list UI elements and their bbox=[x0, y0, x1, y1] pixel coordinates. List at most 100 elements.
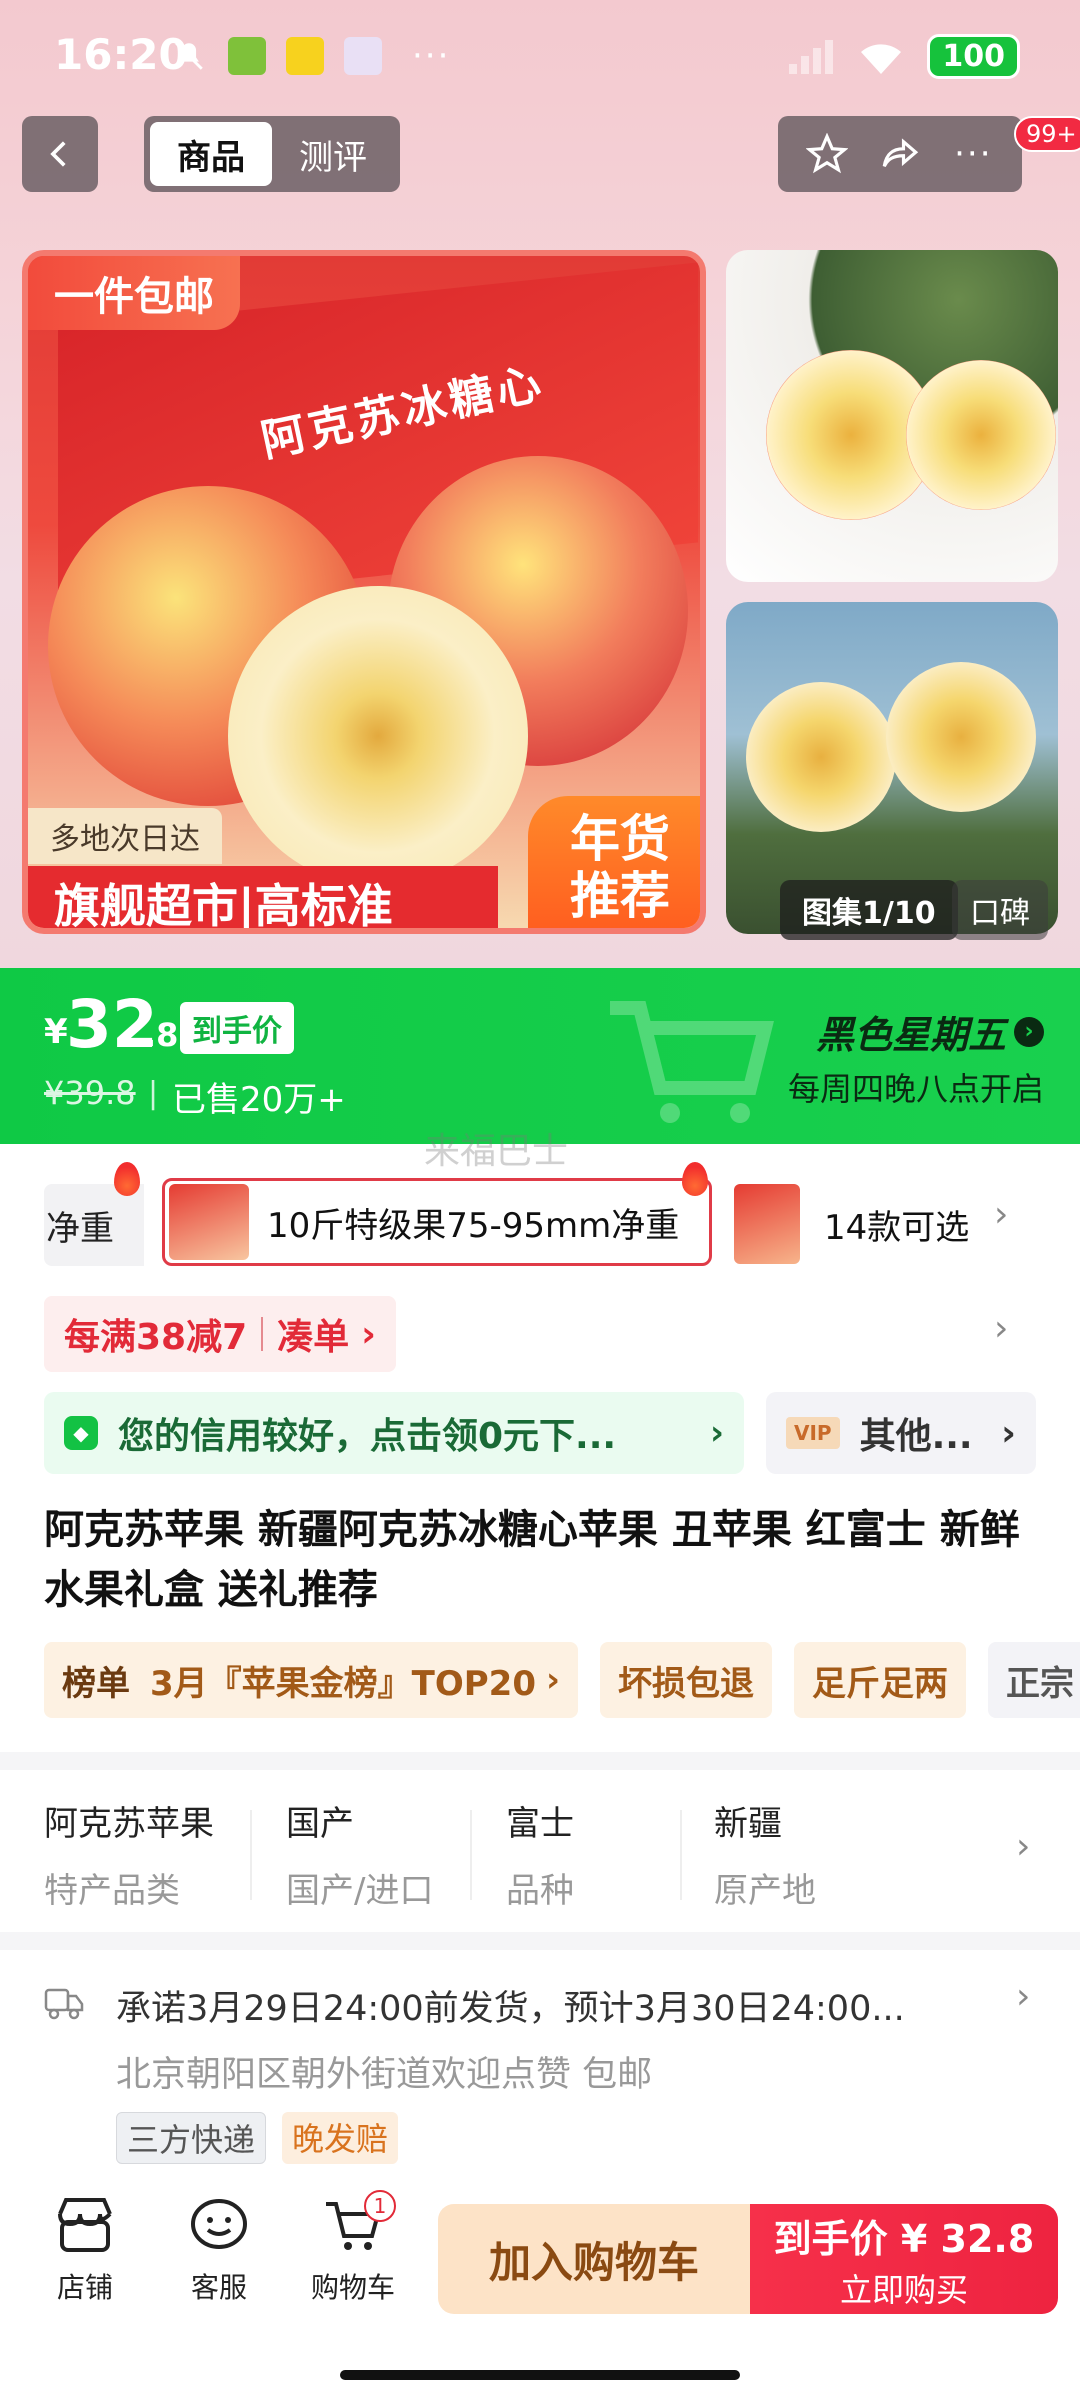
home-indicator[interactable] bbox=[340, 2370, 740, 2380]
ranking-text: 3月『苹果金榜』TOP20 bbox=[150, 1663, 536, 1704]
status-right-icons: 100 bbox=[787, 34, 1020, 79]
discount-coupon[interactable]: 每满38减7 凑单 › bbox=[44, 1296, 397, 1372]
tab-product[interactable]: 商品 bbox=[150, 122, 272, 186]
other-offers[interactable]: VIP 其他... › bbox=[766, 1392, 1036, 1474]
sku-option-selected[interactable]: 10斤特级果75-95mm净重 bbox=[162, 1178, 712, 1266]
section-divider bbox=[0, 1752, 1080, 1770]
service-label: 客服 bbox=[190, 2271, 247, 2304]
vip-icon: VIP bbox=[786, 1417, 840, 1449]
gallery-review-tab[interactable]: 口碑 bbox=[952, 880, 1048, 940]
star-icon bbox=[805, 133, 848, 174]
corner-banner-line1: 年货 bbox=[570, 809, 670, 868]
customer-service-button[interactable]: 客服 bbox=[164, 2192, 274, 2306]
add-on-link[interactable]: 凑单 bbox=[277, 1308, 349, 1360]
free-shipping-tag: 一件包邮 bbox=[28, 256, 240, 330]
bottom-action-bar: 店铺 客服 1 购物车 加入购物车 到手价 ¥ 32.8 立即购买 bbox=[0, 2180, 1080, 2340]
gallery-thumb-1[interactable] bbox=[726, 250, 1058, 582]
attr-chevron-right-icon: › bbox=[1016, 1826, 1031, 1867]
more-button[interactable]: ··· bbox=[948, 129, 998, 179]
section-divider bbox=[0, 1932, 1080, 1950]
shipping-info[interactable]: 承诺3月29日24:00前发货，预计3月30日24:00... › 北京朝阳区朝… bbox=[0, 1960, 1080, 2164]
hot-fire-icon bbox=[114, 1162, 140, 1196]
next-day-tag: 多地次日达 bbox=[28, 808, 222, 864]
signal-icon bbox=[789, 39, 834, 74]
ranking-label: 榜单 bbox=[62, 1663, 130, 1704]
chevron-right-icon: › bbox=[361, 1313, 377, 1355]
black-friday-link[interactable]: 黑色星期五 › bbox=[816, 1004, 1044, 1059]
watermark-text: 来福巴士 bbox=[424, 1131, 569, 1172]
buy-now-button[interactable]: 到手价 ¥ 32.8 立即购买 bbox=[750, 2204, 1058, 2314]
wifi-icon bbox=[861, 43, 902, 74]
store-button[interactable]: 店铺 bbox=[30, 2192, 140, 2306]
status-notification-icons: ··· bbox=[170, 36, 450, 76]
more-dots-icon: ··· bbox=[954, 134, 993, 174]
main-product-image[interactable]: 阿克苏冰糖心 一件包邮 多地次日达 旗舰超市|高标准 年货 推荐 bbox=[22, 250, 706, 934]
attr-value: 国产 bbox=[286, 1804, 354, 1844]
gallery-count-button[interactable]: 图集1/10 bbox=[780, 880, 958, 940]
attr-key: 特产品类 bbox=[44, 1871, 180, 1911]
tab-review[interactable]: 测评 bbox=[272, 122, 394, 186]
shopping-bag-icon: ◆ bbox=[64, 1416, 98, 1450]
attr-key: 国产/进口 bbox=[286, 1871, 434, 1911]
product-tags: 榜单 3月『苹果金榜』TOP20 › 坏损包退 足斤足两 正宗 bbox=[44, 1642, 1080, 1718]
back-button[interactable] bbox=[22, 116, 98, 192]
final-price-tag: 到手价 bbox=[180, 1002, 294, 1054]
cart-button[interactable]: 1 购物车 bbox=[298, 2190, 408, 2306]
attr-origin-type: 国产 国产/进口 bbox=[286, 1796, 433, 1912]
buy-now-label: 立即购买 bbox=[839, 2270, 968, 2309]
favorite-button[interactable] bbox=[802, 129, 852, 179]
product-title: 阿克苏苹果 新疆阿克苏冰糖心苹果 丑苹果 红富士 新鲜水果礼盒 送礼推荐 bbox=[44, 1507, 1020, 1613]
flagship-banner: 旗舰超市|高标准 bbox=[28, 866, 498, 928]
hero-area: 16:20 ··· 100 商品 测评 ··· 99+ 阿克苏冰糖心 一件包邮 … bbox=[0, 0, 1080, 968]
ranking-tag[interactable]: 榜单 3月『苹果金榜』TOP20 › bbox=[44, 1642, 579, 1718]
sku-option-partial[interactable]: 净重 bbox=[44, 1184, 144, 1266]
sku-selector: 净重 10斤特级果75-95mm净重 14款可选 › bbox=[0, 1162, 1080, 1274]
product-tab-switch: 商品 测评 bbox=[144, 116, 400, 192]
store-icon bbox=[58, 2198, 112, 2252]
sku-thumbnail-2[interactable] bbox=[734, 1184, 800, 1264]
discount-divider bbox=[261, 1317, 264, 1351]
app-notification-icon-2 bbox=[344, 37, 382, 75]
product-attributes[interactable]: 阿克苏苹果 特产品类 国产 国产/进口 富士 品种 新疆 原产地 › bbox=[0, 1780, 1080, 1920]
sku-chevron-right-icon[interactable]: › bbox=[994, 1194, 1008, 1235]
status-time: 16:20 bbox=[54, 30, 188, 79]
attr-variety: 富士 品种 bbox=[506, 1796, 574, 1912]
more-notifications-icon: ··· bbox=[412, 36, 451, 76]
chevron-right-icon: › bbox=[546, 1660, 561, 1700]
chevron-left-icon bbox=[50, 141, 66, 167]
cart-count-badge: 1 bbox=[364, 2190, 396, 2222]
event-subtitle: 每周四晚八点开启 bbox=[787, 1070, 1044, 1108]
attr-value: 新疆 bbox=[714, 1804, 782, 1844]
hot-fire-icon-2 bbox=[682, 1162, 708, 1196]
apple-half-graphic-3 bbox=[746, 682, 896, 832]
price-decimal: .8 bbox=[144, 1016, 179, 1054]
full-weight-tag[interactable]: 足斤足两 bbox=[794, 1642, 967, 1718]
damage-return-tag[interactable]: 坏损包退 bbox=[600, 1642, 773, 1718]
status-bar: 16:20 ··· 100 bbox=[0, 0, 1080, 110]
apple-half-graphic-4 bbox=[886, 662, 1036, 812]
attr-divider bbox=[470, 1810, 472, 1900]
battery-indicator: 100 bbox=[927, 34, 1020, 79]
apple-cut-graphic bbox=[228, 586, 528, 886]
chevron-right-icon: › bbox=[1001, 1412, 1016, 1454]
attr-divider bbox=[680, 1810, 682, 1900]
attr-value: 阿克苏苹果 bbox=[44, 1804, 214, 1844]
mute-bell-icon bbox=[170, 37, 208, 75]
nav-actions: ··· bbox=[778, 116, 1022, 192]
shipping-promise: 承诺3月29日24:00前发货，预计3月30日24:00... bbox=[116, 1989, 905, 2029]
authentic-tag[interactable]: 正宗 bbox=[988, 1642, 1080, 1718]
share-button[interactable] bbox=[875, 129, 925, 179]
credit-offer[interactable]: ◆ 您的信用较好，点击领0元下... › bbox=[44, 1392, 744, 1474]
cart-label: 购物车 bbox=[310, 2271, 395, 2304]
attr-divider bbox=[250, 1810, 252, 1900]
sold-count: 已售20万+ bbox=[172, 1080, 346, 1120]
cart-watermark-icon bbox=[610, 1001, 774, 1123]
apple-half-graphic-2 bbox=[906, 360, 1056, 510]
smiley-service-icon bbox=[191, 2199, 247, 2249]
price-bar: ¥ 32 .8 到手价 ¥39.8 | 已售20万+ 黑色星期五 › 每周四晚八… bbox=[0, 968, 1080, 1144]
add-to-cart-button[interactable]: 加入购物车 bbox=[438, 2204, 750, 2314]
app-notification-icon bbox=[286, 37, 324, 75]
discount-chevron-right-icon[interactable]: › bbox=[994, 1308, 1008, 1349]
android-app-icon bbox=[228, 37, 266, 75]
sku-count[interactable]: 14款可选 bbox=[824, 1200, 969, 1249]
